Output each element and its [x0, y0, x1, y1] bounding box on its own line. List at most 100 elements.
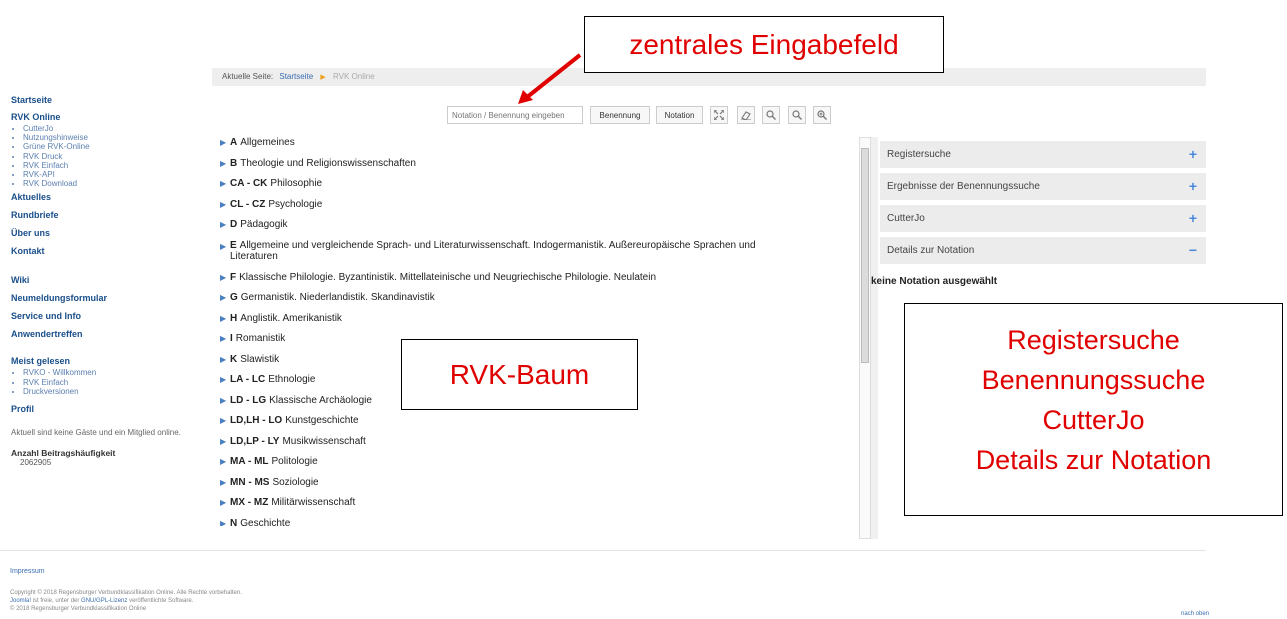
- plus-icon[interactable]: +: [1189, 173, 1197, 200]
- expand-icon[interactable]: [710, 106, 728, 124]
- sidebar-link-ueber-uns[interactable]: Über uns: [11, 227, 201, 240]
- sidebar-link-anwendertreffen[interactable]: Anwendertreffen: [11, 328, 201, 341]
- sidebar-link-service[interactable]: Service und Info: [11, 310, 201, 323]
- sidebar-subitem[interactable]: RVK Einfach: [23, 378, 201, 387]
- sidebar-link-rundbriefe[interactable]: Rundbriefe: [11, 209, 201, 222]
- benennung-button[interactable]: Benennung: [590, 106, 650, 124]
- tree-node[interactable]: ▶ MX - MZ Militärwissenschaft: [220, 497, 780, 518]
- breadcrumb-separator-icon: ▶: [320, 74, 326, 81]
- sidebar: Startseite RVK Online CutterJo Nutzungsh…: [11, 94, 201, 467]
- minus-icon[interactable]: −: [1189, 237, 1197, 264]
- sidebar-subitem[interactable]: CutterJo: [23, 124, 201, 133]
- expand-triangle-icon[interactable]: ▶: [220, 477, 230, 487]
- scrollbar-thumb[interactable]: [861, 148, 869, 363]
- expand-triangle-icon[interactable]: ▶: [220, 518, 230, 526]
- expand-triangle-icon[interactable]: ▶: [220, 292, 230, 302]
- notation-button[interactable]: Notation: [656, 106, 703, 124]
- annotation-rvk-baum: RVK-Baum: [401, 339, 638, 410]
- sidebar-subitem[interactable]: RVK Druck: [23, 152, 201, 161]
- tree-node[interactable]: ▶ CA - CK Philosophie: [220, 178, 780, 199]
- annotation-eingabefeld: zentrales Eingabefeld: [584, 16, 944, 73]
- sidebar-link-kontakt[interactable]: Kontakt: [11, 245, 201, 258]
- expand-triangle-icon[interactable]: ▶: [220, 272, 230, 282]
- sidebar-subitem[interactable]: Nutzungshinweise: [23, 133, 201, 142]
- footer-divider: [0, 550, 1206, 551]
- tree-node[interactable]: ▶ CL - CZ Psychologie: [220, 199, 780, 220]
- plus-icon[interactable]: +: [1189, 141, 1197, 168]
- zoom-out-icon[interactable]: [762, 106, 780, 124]
- tree-node[interactable]: ▶ E Allgemeine und vergleichende Sprach- u…: [220, 240, 780, 272]
- search-input[interactable]: [447, 106, 583, 124]
- back-to-top-link[interactable]: nach oben: [1181, 611, 1209, 617]
- online-status-text: Aktuell sind keine Gäste und ein Mitglie…: [11, 428, 181, 438]
- plus-icon[interactable]: +: [1189, 205, 1197, 232]
- expand-triangle-icon[interactable]: ▶: [220, 199, 230, 209]
- meist-gelesen-list: RVKO - Willkommen RVK Einfach Druckversi…: [19, 368, 201, 396]
- tree-node[interactable]: ▶ MN - MS Soziologie: [220, 477, 780, 498]
- expand-triangle-icon[interactable]: ▶: [220, 374, 230, 384]
- zoom-in-icon[interactable]: [813, 106, 831, 124]
- impressum-link[interactable]: Impressum: [10, 568, 45, 575]
- accordion-benennungssuche[interactable]: Ergebnisse der Benennungssuche +: [880, 173, 1206, 200]
- rvk-online-submenu: CutterJo Nutzungshinweise Grüne RVK-Onli…: [19, 124, 201, 188]
- breadcrumb-prefix: Aktuelle Seite:: [222, 72, 274, 81]
- tree-node[interactable]: ▶ MA - ML Politologie: [220, 456, 780, 477]
- panel-splitter[interactable]: [871, 137, 878, 539]
- sidebar-subitem[interactable]: RVK Einfach: [23, 161, 201, 170]
- expand-triangle-icon[interactable]: ▶: [220, 313, 230, 323]
- expand-triangle-icon[interactable]: ▶: [220, 415, 230, 425]
- expand-triangle-icon[interactable]: ▶: [220, 436, 230, 446]
- tree-node[interactable]: ▶ N Geschichte: [220, 518, 780, 526]
- annotation-line: CutterJo: [1042, 405, 1145, 435]
- expand-triangle-icon[interactable]: ▶: [220, 456, 230, 466]
- beitrag-label: Anzahl Beitragshäufigkeit: [11, 447, 116, 458]
- expand-triangle-icon[interactable]: ▶: [220, 395, 230, 405]
- joomla-link[interactable]: Joomla!: [10, 598, 31, 604]
- expand-triangle-icon[interactable]: ▶: [220, 219, 230, 229]
- sidebar-link-neumeldung[interactable]: Neumeldungsformular: [11, 292, 201, 305]
- expand-triangle-icon[interactable]: ▶: [220, 178, 230, 188]
- gnu-link[interactable]: GNU/GPL-Lizenz: [81, 598, 127, 604]
- annotation-right-panel: Registersuche Benennungssuche CutterJo D…: [904, 303, 1283, 516]
- tree-node[interactable]: ▶ B Theologie und Religionswissenschaften: [220, 158, 780, 179]
- expand-triangle-icon[interactable]: ▶: [220, 137, 230, 147]
- sidebar-subitem[interactable]: RVK Download: [23, 179, 201, 188]
- expand-triangle-icon[interactable]: ▶: [220, 240, 230, 252]
- tree-node[interactable]: ▶ LD,LP - LY Musikwissenschaft: [220, 436, 780, 457]
- rvk-tree: ▶ A Allgemeines ▶ B Theologie und Religionsw…: [220, 137, 780, 526]
- copyright-text: Copyright © 2018 Regensburger Verbundkla…: [10, 590, 242, 612]
- expand-triangle-icon[interactable]: ▶: [220, 158, 230, 168]
- details-empty-text: keine Notation ausgewählt: [871, 276, 998, 287]
- accordion-cutterjo[interactable]: CutterJo +: [880, 205, 1206, 232]
- expand-triangle-icon[interactable]: ▶: [220, 333, 230, 343]
- tree-node[interactable]: ▶ F Klassische Philologie. Byzantinistik. …: [220, 272, 780, 293]
- zoom-icon[interactable]: [788, 106, 806, 124]
- eraser-icon[interactable]: [737, 106, 755, 124]
- annotation-line: Details zur Notation: [975, 445, 1212, 475]
- tree-scrollbar[interactable]: [859, 137, 871, 539]
- sidebar-subitem[interactable]: Grüne RVK-Online: [23, 142, 201, 151]
- accordion-details-notation[interactable]: Details zur Notation −: [880, 237, 1206, 264]
- sidebar-subitem[interactable]: Druckversionen: [23, 387, 201, 396]
- annotation-line: Benennungssuche: [981, 365, 1206, 395]
- tree-node[interactable]: ▶ D Pädagogik: [220, 219, 780, 240]
- sidebar-link-aktuelles[interactable]: Aktuelles: [11, 191, 201, 204]
- tree-node[interactable]: ▶ A Allgemeines: [220, 137, 780, 158]
- tree-node[interactable]: ▶ G Germanistik. Niederlandistik. Skandina…: [220, 292, 780, 313]
- sidebar-subitem[interactable]: RVKO - Willkommen: [23, 368, 201, 377]
- sidebar-link-rvk-online[interactable]: RVK Online: [11, 111, 201, 124]
- meist-gelesen-heading: Meist gelesen: [11, 356, 71, 367]
- sidebar-subitem[interactable]: RVK-API: [23, 170, 201, 179]
- sidebar-link-startseite[interactable]: Startseite: [11, 94, 201, 107]
- tree-node[interactable]: ▶ H Anglistik. Amerikanistik: [220, 313, 780, 334]
- beitrag-count: 2062905: [20, 457, 52, 467]
- breadcrumb-home-link[interactable]: Startseite: [279, 72, 313, 81]
- annotation-line: Registersuche: [1007, 325, 1180, 355]
- sidebar-link-wiki[interactable]: Wiki: [11, 274, 201, 287]
- breadcrumb-current: RVK Online: [333, 72, 375, 81]
- profil-heading: Profil: [11, 404, 35, 415]
- expand-triangle-icon[interactable]: ▶: [220, 497, 230, 507]
- tree-node[interactable]: ▶ LD,LH - LO Kunstgeschichte: [220, 415, 780, 436]
- expand-triangle-icon[interactable]: ▶: [220, 354, 230, 364]
- accordion-registersuche[interactable]: Registersuche +: [880, 141, 1206, 168]
